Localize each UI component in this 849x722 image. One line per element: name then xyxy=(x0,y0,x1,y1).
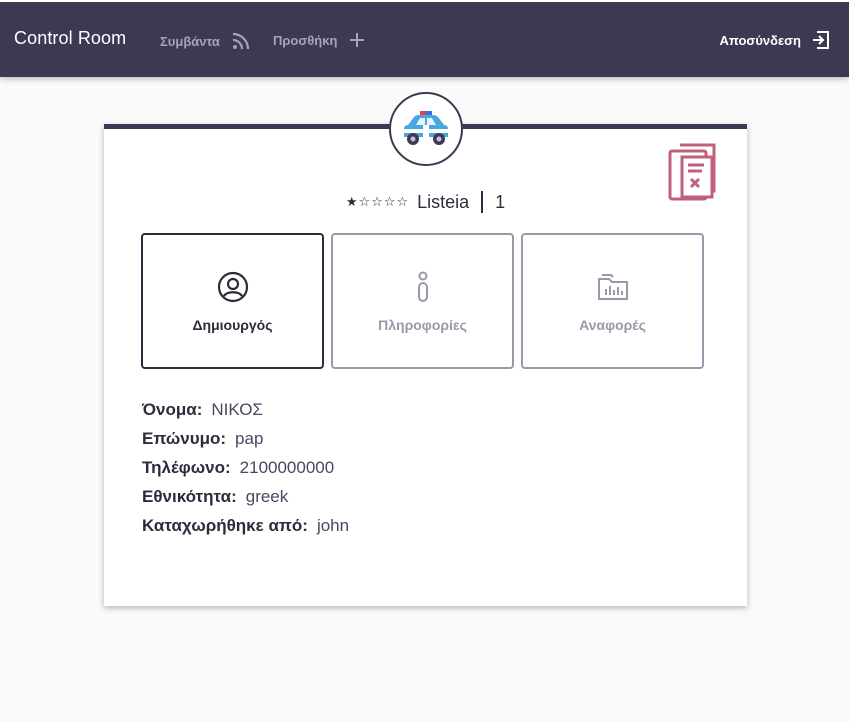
detail-value: greek xyxy=(245,487,289,506)
incident-avatar xyxy=(389,92,463,166)
user-circle-icon xyxy=(217,271,249,303)
tab-creator[interactable]: Δημιουργός xyxy=(141,233,324,369)
nav-events-link[interactable]: Συμβάντα xyxy=(160,32,250,50)
creator-details: Όνομα: ΝΙΚΟΣ Επώνυμο: pap Τηλέφωνο: 2100… xyxy=(142,395,349,540)
detail-key: Επώνυμο: xyxy=(142,429,227,448)
card-title-row: ★☆☆☆☆ Listeia 1 xyxy=(104,191,747,213)
logout-label: Αποσύνδεση xyxy=(719,32,802,48)
detail-key: Εθνικότητα: xyxy=(142,487,237,506)
detail-row-registered-by: Καταχωρήθηκε από: john xyxy=(142,511,349,540)
tab-info-label: Πληροφορίες xyxy=(378,317,467,333)
detail-value: 2100000000 xyxy=(239,458,335,477)
detail-value: ΝΙΚΟΣ xyxy=(211,400,263,419)
detail-row-last-name: Επώνυμο: pap xyxy=(142,424,349,453)
nav-add-link[interactable]: Προσθήκη xyxy=(273,32,365,48)
detail-value: pap xyxy=(235,429,264,448)
card-tabs: Δημιουργός Πληροφορίες Αναφορές xyxy=(141,233,704,369)
rating-stars: ★☆☆☆☆ xyxy=(345,194,410,209)
top-app-bar: Control Room Συμβάντα Προσθήκη Αποσύνδεσ… xyxy=(0,0,849,77)
logout-icon xyxy=(813,31,829,49)
detail-value: john xyxy=(316,516,350,535)
nav-events-label: Συμβάντα xyxy=(160,33,220,49)
tab-info[interactable]: Πληροφορίες xyxy=(331,233,514,369)
app-brand[interactable]: Control Room xyxy=(14,28,126,49)
logout-button[interactable]: Αποσύνδεση xyxy=(720,30,832,50)
detail-key: Καταχωρήθηκε από: xyxy=(142,516,308,535)
detail-row-phone: Τηλέφωνο: 2100000000 xyxy=(142,453,349,482)
detail-row-first-name: Όνομα: ΝΙΚΟΣ xyxy=(142,395,349,424)
tab-reports[interactable]: Αναφορές xyxy=(521,233,704,369)
card-title: Listeia xyxy=(417,191,470,212)
nav-add-label: Προσθήκη xyxy=(273,32,338,48)
title-divider xyxy=(481,191,484,213)
incident-card: ★☆☆☆☆ Listeia 1 Δημιουργός Πληροφορίες Α… xyxy=(104,124,747,606)
detail-key: Όνομα: xyxy=(142,400,203,419)
tab-reports-label: Αναφορές xyxy=(579,317,646,333)
reports-folder-icon xyxy=(597,271,629,303)
info-icon xyxy=(416,271,430,303)
detail-row-nationality: Εθνικότητα: greek xyxy=(142,482,349,511)
detail-key: Τηλέφωνο: xyxy=(142,458,231,477)
police-car-icon xyxy=(404,111,448,145)
plus-icon xyxy=(350,33,365,47)
card-count: 1 xyxy=(495,191,506,212)
tab-creator-label: Δημιουργός xyxy=(192,317,273,333)
rss-icon xyxy=(232,32,250,50)
